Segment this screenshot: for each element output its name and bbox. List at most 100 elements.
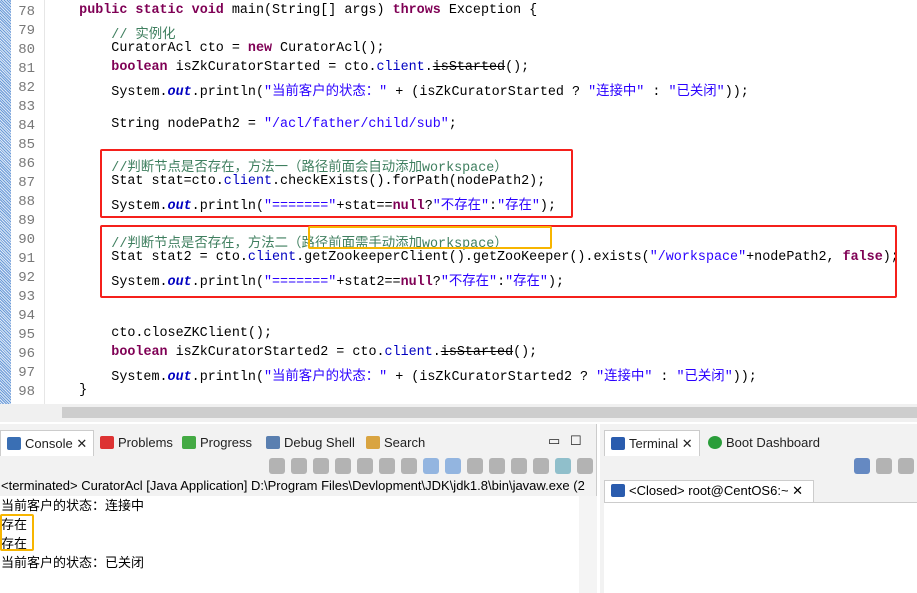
code-token: ; [448, 117, 457, 132]
highlight-box-method1 [100, 149, 573, 218]
disconnect-icon[interactable] [876, 458, 892, 474]
code-editor[interactable]: 78 public static void main(String[] args… [0, 0, 917, 404]
scrollbar-thumb[interactable] [62, 407, 917, 418]
close-icon[interactable]: ✕ [682, 436, 693, 451]
line-number: 89 [18, 213, 35, 229]
code-token: Exception { [440, 3, 538, 18]
code-token: isStarted [440, 345, 514, 360]
line-number: 85 [18, 137, 35, 153]
terminal-session-tab[interactable]: <Closed> root@CentOS6:~ ✕ [604, 480, 814, 502]
open-console-icon[interactable] [511, 458, 527, 474]
line-number: 96 [18, 346, 35, 362]
code-token: (); [513, 345, 538, 360]
code-token: "连接中" [588, 85, 645, 100]
code-token: "已关闭" [676, 370, 733, 385]
line-number: 90 [18, 232, 35, 248]
line-number: 92 [18, 270, 35, 286]
code-token: . [432, 345, 441, 360]
remove-all-icon[interactable] [335, 458, 351, 474]
terminal-content[interactable] [604, 502, 917, 593]
line-number: 79 [18, 23, 35, 39]
problems-icon [100, 436, 114, 449]
code-token: client [376, 60, 425, 75]
tab-label: Debug Shell [284, 435, 355, 450]
line-number: 93 [18, 289, 35, 305]
tab-search[interactable]: Search [366, 430, 425, 456]
code-token: public static void [79, 3, 224, 18]
new-terminal-icon[interactable] [854, 458, 870, 474]
code-line[interactable]: System.out.println("当前客户的状态：" + (isZkCur… [47, 79, 749, 100]
highlight-box-comment [308, 226, 552, 249]
line-number: 88 [18, 194, 35, 210]
search-icon [366, 436, 380, 449]
horizontal-scrollbar[interactable] [0, 404, 917, 422]
code-token: CuratorAcl(); [272, 41, 385, 56]
line-number: 87 [18, 175, 35, 191]
remove-launch-icon[interactable] [313, 458, 329, 474]
copy-icon[interactable] [533, 458, 549, 474]
console-tab-bar: Console ✕ Problems Progress Debug Shell … [0, 424, 596, 456]
tab-debug-shell[interactable]: Debug Shell [266, 430, 355, 456]
display-console-icon[interactable] [489, 458, 505, 474]
code-token: + (isZkCuratorStarted ? [387, 85, 589, 100]
gear-icon[interactable] [577, 458, 593, 474]
code-token: String nodePath2 = [47, 117, 264, 132]
code-line[interactable]: cto.closeZKClient(); [47, 326, 272, 345]
code-token: . [424, 60, 433, 75]
code-line[interactable]: System.out.println("当前客户的状态：" + (isZkCur… [47, 364, 757, 385]
show-on-stdout-icon[interactable] [423, 458, 439, 474]
minimize-icon[interactable]: ▭ [548, 428, 560, 454]
tab-label: Progress [200, 435, 253, 450]
tab-boot-dashboard[interactable]: Boot Dashboard [708, 430, 820, 456]
code-line[interactable]: boolean isZkCuratorStarted = cto.client.… [47, 60, 529, 79]
code-token: )); [724, 85, 749, 100]
tab-problems[interactable]: Problems [100, 430, 173, 456]
debug-shell-icon [266, 436, 280, 449]
sync-icon[interactable] [269, 458, 285, 474]
line-number: 86 [18, 156, 35, 172]
tab-console[interactable]: Console ✕ [0, 430, 95, 456]
code-token: : [652, 370, 677, 385]
code-token: new [247, 41, 273, 56]
maximize-icon[interactable]: ☐ [570, 428, 582, 454]
show-on-stderr-icon[interactable] [445, 458, 461, 474]
code-token: "当前客户的状态：" [263, 85, 388, 100]
line-number: 97 [18, 365, 35, 381]
code-token: isStarted [432, 60, 506, 75]
vertical-scrollbar[interactable] [579, 496, 597, 593]
terminal-toolbar [851, 456, 917, 478]
console-output[interactable]: 当前客户的状态：连接中 存在 存在 当前客户的状态：已关闭 [0, 496, 597, 593]
scroll-lock-icon[interactable] [379, 458, 395, 474]
terminal-icon [611, 437, 625, 450]
code-token: "当前客户的状态：" [263, 370, 388, 385]
code-line[interactable]: } [47, 383, 87, 402]
close-icon[interactable]: ✕ [792, 483, 803, 498]
close-icon[interactable]: ✕ [76, 436, 87, 451]
clear-console-icon[interactable] [357, 458, 373, 474]
word-wrap-icon[interactable] [401, 458, 417, 474]
ansi-icon[interactable] [555, 458, 571, 474]
stop-icon[interactable] [291, 458, 307, 474]
code-line[interactable]: boolean isZkCuratorStarted2 = cto.client… [47, 345, 537, 364]
spring-boot-icon [708, 436, 722, 449]
toggle-icon[interactable] [898, 458, 914, 474]
code-line[interactable]: // 实例化 [47, 22, 175, 43]
tab-progress[interactable]: Progress [182, 430, 252, 456]
code-line[interactable]: public static void main(String[] args) t… [47, 3, 537, 22]
code-token: isZkCuratorStarted = cto. [167, 60, 377, 75]
line-number: 95 [18, 327, 35, 343]
line-number: 94 [18, 308, 35, 324]
tab-label: Search [384, 435, 426, 450]
line-number: 98 [18, 384, 35, 400]
pin-console-icon[interactable] [467, 458, 483, 474]
code-token: "连接中" [596, 370, 653, 385]
code-line[interactable]: CuratorAcl cto = new CuratorAcl(); [47, 41, 385, 60]
tab-terminal[interactable]: Terminal ✕ [604, 430, 700, 456]
line-number: 81 [18, 61, 35, 77]
line-number: 80 [18, 42, 35, 58]
code-token: throws [392, 3, 441, 18]
code-token: System. [47, 85, 168, 100]
code-token: isZkCuratorStarted2 = cto. [167, 345, 385, 360]
code-line[interactable]: String nodePath2 = "/acl/father/child/su… [47, 117, 457, 136]
code-token: + (isZkCuratorStarted2 ? [387, 370, 597, 385]
